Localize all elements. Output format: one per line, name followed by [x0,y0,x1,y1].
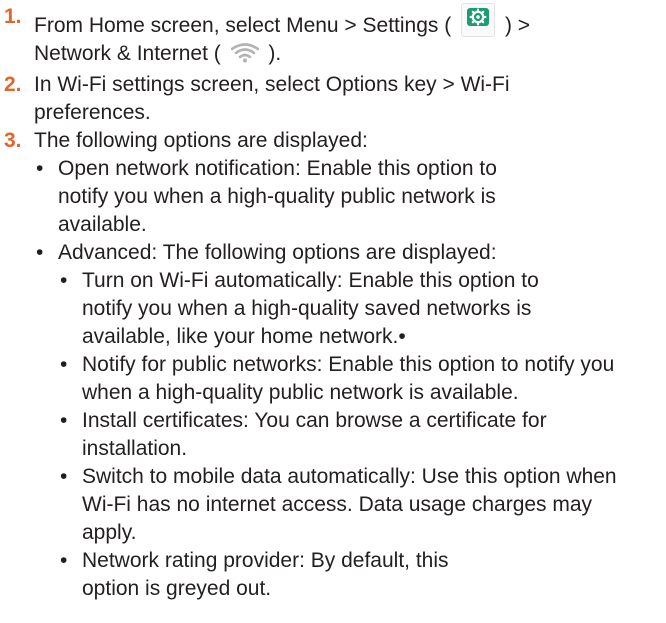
settings-gear-icon [461,3,496,37]
list-item-text: Notify for public networks: Enable this … [82,353,615,404]
bullet-dot: • [60,409,68,432]
list-item: • Notify for public networks: Enable thi… [58,351,622,407]
list-item-text: Switch to mobile data automatically: Use… [82,465,617,544]
list-item: • Turn on Wi-Fi automatically: Enable th… [58,267,582,351]
list-item-text: Turn on Wi-Fi automatically: Enable this… [82,269,539,348]
step-3-text: The following options are displayed: [34,129,368,152]
list-item: • Switch to mobile data automatically: U… [58,463,642,547]
bullet-dot: • [36,157,44,180]
step-3: 3. The following options are displayed: [2,127,666,155]
step-1-text-a: From Home screen, select Menu > Settings… [34,14,452,37]
step-1-text-b: ) > [504,14,531,37]
list-item: • Install certificates: You can browse a… [58,407,582,463]
step-1: 1. From Home screen, select Menu > Setti… [2,3,666,71]
step-number: 2. [4,73,22,96]
bullet-dot: • [60,549,68,572]
list-item-text: Install certificates: You can browse a c… [82,409,547,460]
list-item: • Open network notification: Enable this… [34,155,528,239]
step-1-text-c: Network & Internet ( [34,42,221,65]
list-item: • Network rating provider: By default, t… [58,547,502,603]
step-2: 2. In Wi-Fi settings screen, select Opti… [2,71,594,127]
step-2-text: In Wi-Fi settings screen, select Options… [34,73,510,124]
step-1-text-d: ). [268,42,282,65]
options-list: • Open network notification: Enable this… [2,155,632,603]
step-number: 3. [4,129,22,152]
instruction-page: 1. From Home screen, select Menu > Setti… [0,0,666,623]
bullet-dot: • [60,269,68,292]
list-item-text: Advanced: The following options are disp… [58,241,497,264]
bullet-dot: • [60,353,68,376]
list-item: • Advanced: The following options are di… [34,239,632,603]
list-item-text: Open network notification: Enable this o… [58,157,497,236]
step-number: 1. [4,5,22,28]
list-item-text: Network rating provider: By default, thi… [82,549,449,600]
wifi-icon [230,43,259,71]
bullet-dot: • [36,241,44,264]
bullet-dot: • [60,465,68,488]
advanced-options-list: • Turn on Wi-Fi automatically: Enable th… [58,267,632,603]
